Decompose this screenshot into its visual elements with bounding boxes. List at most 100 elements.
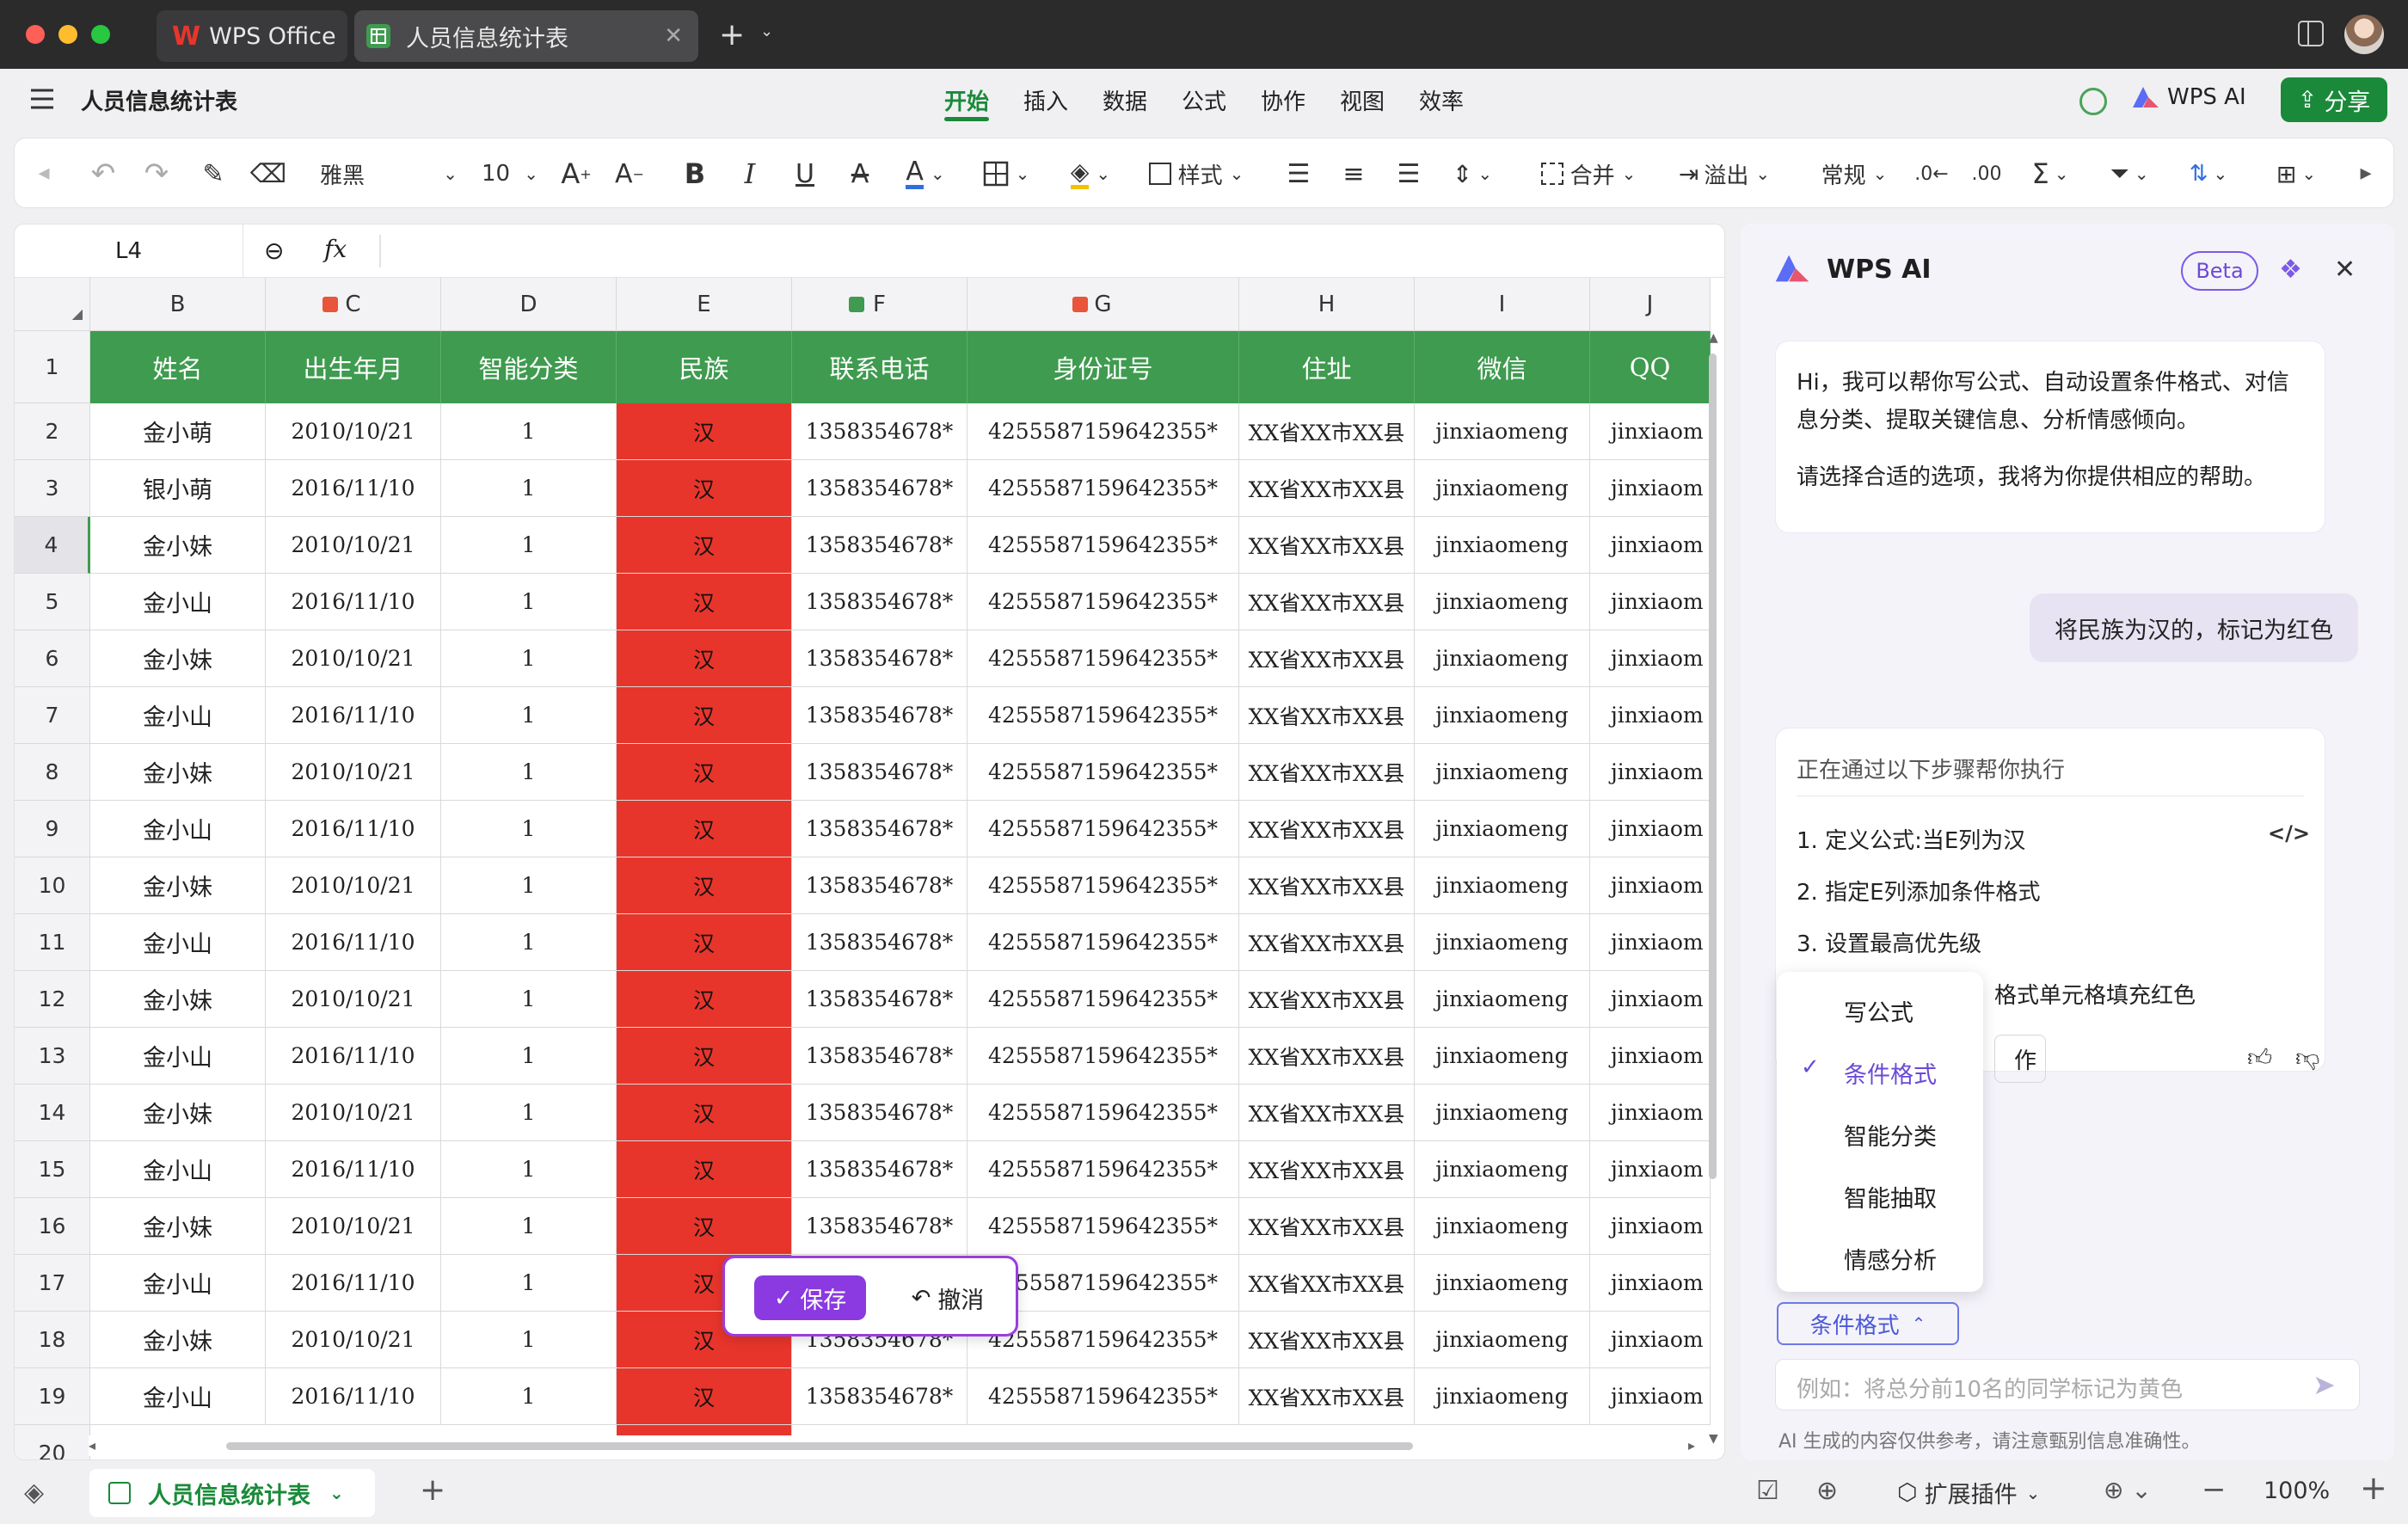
table-cell[interactable]: 4255587159642355* bbox=[968, 744, 1239, 801]
row-header-14[interactable]: 14 bbox=[15, 1085, 90, 1141]
table-cell[interactable]: 汉 bbox=[617, 517, 792, 574]
row-header-19[interactable]: 19 bbox=[15, 1368, 90, 1425]
table-cell[interactable]: 金小山 bbox=[90, 1028, 266, 1085]
table-cell[interactable]: 4255587159642355* bbox=[968, 1141, 1239, 1198]
table-cell[interactable]: 汉 bbox=[617, 1141, 792, 1198]
table-cell[interactable]: 汉 bbox=[617, 801, 792, 857]
table-cell[interactable]: jinxiaom bbox=[1590, 460, 1711, 517]
row-header-20[interactable]: 20 bbox=[15, 1425, 90, 1459]
table-cell[interactable]: XX省XX市XX县 bbox=[1239, 971, 1415, 1028]
redo-icon[interactable]: ↷ bbox=[139, 157, 174, 191]
table-cell[interactable]: 金小山 bbox=[90, 687, 266, 744]
table-cell[interactable]: 金小妹 bbox=[90, 630, 266, 687]
menu-insert[interactable]: 插入 bbox=[1023, 84, 1068, 116]
format-painter-icon[interactable]: ✎ bbox=[196, 158, 230, 189]
table-cell[interactable]: jinxiaomeng bbox=[1415, 1028, 1590, 1085]
table-cell[interactable]: jinxiaom bbox=[1590, 574, 1711, 630]
table-cell[interactable]: XX省XX市XX县 bbox=[1239, 574, 1415, 630]
table-cell[interactable]: 金小妹 bbox=[90, 1198, 266, 1255]
table-cell[interactable]: 1 bbox=[441, 403, 617, 460]
table-cell[interactable]: 1 bbox=[441, 1141, 617, 1198]
table-cell[interactable]: 2016/11/10 bbox=[266, 1368, 441, 1425]
table-cell[interactable]: 4255587159642355* bbox=[968, 517, 1239, 574]
maximize-window-button[interactable] bbox=[91, 25, 110, 44]
table-cell[interactable]: jinxiaomeng bbox=[1415, 1085, 1590, 1141]
table-cell[interactable]: 2016/11/10 bbox=[266, 914, 441, 971]
table-cell[interactable]: jinxiaom bbox=[1590, 687, 1711, 744]
sort-button[interactable]: ⇅ ⌄ bbox=[2183, 157, 2234, 191]
table-cell[interactable]: 1358354678* bbox=[792, 1141, 968, 1198]
menu-view[interactable]: 视图 bbox=[1340, 84, 1385, 116]
header-cell[interactable]: 民族 bbox=[617, 331, 792, 403]
table-cell[interactable]: 1358354678* bbox=[792, 857, 968, 914]
table-cell[interactable]: 1358354678* bbox=[792, 914, 968, 971]
table-cell[interactable]: 汉 bbox=[617, 914, 792, 971]
table-cell[interactable]: 金小妹 bbox=[90, 517, 266, 574]
table-cell[interactable]: jinxiaomeng bbox=[1415, 1368, 1590, 1425]
table-cell[interactable]: 2016/11/10 bbox=[266, 687, 441, 744]
table-cell[interactable]: jinxiaomeng bbox=[1415, 914, 1590, 971]
table-cell[interactable]: 1358354678* bbox=[792, 971, 968, 1028]
column-header-h[interactable]: H bbox=[1239, 278, 1415, 331]
table-cell[interactable]: XX省XX市XX县 bbox=[1239, 403, 1415, 460]
doc-tab[interactable]: 人员信息统计表 ✕ bbox=[354, 10, 698, 62]
column-header-d[interactable]: D bbox=[441, 278, 617, 331]
row-header-10[interactable]: 10 bbox=[15, 857, 90, 914]
text-overflow-button[interactable]: ⇥ 溢出 ⌄ bbox=[1668, 157, 1780, 191]
table-cell[interactable]: 1 bbox=[441, 914, 617, 971]
review-icon[interactable]: ☑ bbox=[1756, 1476, 1779, 1506]
align-right-icon[interactable]: ☰ bbox=[1391, 157, 1426, 191]
name-box[interactable]: L4 bbox=[15, 224, 243, 278]
wps-ai-menu-button[interactable]: WPS AI bbox=[2131, 84, 2246, 110]
option-formula[interactable]: 写公式 bbox=[1844, 994, 1914, 1028]
table-cell[interactable]: 1 bbox=[441, 574, 617, 630]
table-cell[interactable]: jinxiaom bbox=[1590, 1141, 1711, 1198]
table-cell[interactable]: XX省XX市XX县 bbox=[1239, 1141, 1415, 1198]
table-cell[interactable]: 1358354678* bbox=[792, 403, 968, 460]
select-all-corner[interactable]: ◢ bbox=[15, 278, 90, 331]
save-button[interactable]: ✓ 保存 bbox=[754, 1275, 866, 1320]
sidebar-toggle-icon[interactable] bbox=[2298, 21, 2324, 46]
align-left-icon[interactable]: ☰ bbox=[1281, 157, 1316, 191]
table-cell[interactable]: 1358354678* bbox=[792, 687, 968, 744]
globe-icon[interactable]: ⊕ bbox=[1816, 1476, 1838, 1506]
font-color-button[interactable]: A ⌄ bbox=[898, 157, 953, 191]
table-cell[interactable]: jinxiaom bbox=[1590, 403, 1711, 460]
table-cell[interactable]: jinxiaom bbox=[1590, 1028, 1711, 1085]
table-cell[interactable]: jinxiaomeng bbox=[1415, 1198, 1590, 1255]
header-cell[interactable]: 身份证号 bbox=[968, 331, 1239, 403]
header-cell[interactable]: 姓名 bbox=[90, 331, 266, 403]
column-header-g[interactable]: G bbox=[968, 278, 1239, 331]
table-cell[interactable]: 4255587159642355* bbox=[968, 801, 1239, 857]
table-cell[interactable]: 1 bbox=[441, 857, 617, 914]
table-cell[interactable]: 汉 bbox=[617, 744, 792, 801]
option-conditional-format[interactable]: 条件格式 bbox=[1844, 1056, 1937, 1090]
table-cell[interactable]: 1 bbox=[441, 687, 617, 744]
table-cell[interactable]: 2010/10/21 bbox=[266, 1085, 441, 1141]
table-cell[interactable]: 金小妹 bbox=[90, 857, 266, 914]
extensions-button[interactable]: ⬡ 扩展插件 ⌄ bbox=[1897, 1476, 2040, 1509]
table-cell[interactable]: 金小妹 bbox=[90, 1085, 266, 1141]
cell-style-button[interactable]: 样式 ⌄ bbox=[1140, 157, 1252, 191]
table-cell[interactable]: jinxiaomeng bbox=[1415, 1312, 1590, 1368]
table-cell[interactable]: XX省XX市XX县 bbox=[1239, 857, 1415, 914]
table-cell[interactable]: 2010/10/21 bbox=[266, 1312, 441, 1368]
column-header-e[interactable]: E bbox=[617, 278, 792, 331]
table-cell[interactable]: jinxiaom bbox=[1590, 517, 1711, 574]
table-cell[interactable]: XX省XX市XX县 bbox=[1239, 460, 1415, 517]
table-cell[interactable]: 2010/10/21 bbox=[266, 517, 441, 574]
undo-button[interactable]: ↶ 撤消 bbox=[892, 1275, 1004, 1320]
sum-button[interactable]: Σ ⌄ bbox=[2024, 157, 2076, 191]
share-button[interactable]: ⇪ 分享 bbox=[2281, 77, 2387, 122]
table-cell[interactable]: 汉 bbox=[617, 1368, 792, 1425]
table-cell[interactable]: 1 bbox=[441, 1368, 617, 1425]
scroll-left-icon[interactable]: ◂ bbox=[89, 1437, 95, 1453]
row-header-15[interactable]: 15 bbox=[15, 1141, 90, 1198]
table-cell[interactable]: jinxiaom bbox=[1590, 744, 1711, 801]
close-tab-icon[interactable]: ✕ bbox=[664, 23, 683, 49]
align-center-icon[interactable]: ≡ bbox=[1336, 157, 1371, 191]
table-cell[interactable]: jinxiaom bbox=[1590, 857, 1711, 914]
table-cell[interactable]: 1358354678* bbox=[792, 574, 968, 630]
table-cell[interactable]: jinxiaom bbox=[1590, 1085, 1711, 1141]
borders-button[interactable]: ⌄ bbox=[975, 157, 1037, 191]
